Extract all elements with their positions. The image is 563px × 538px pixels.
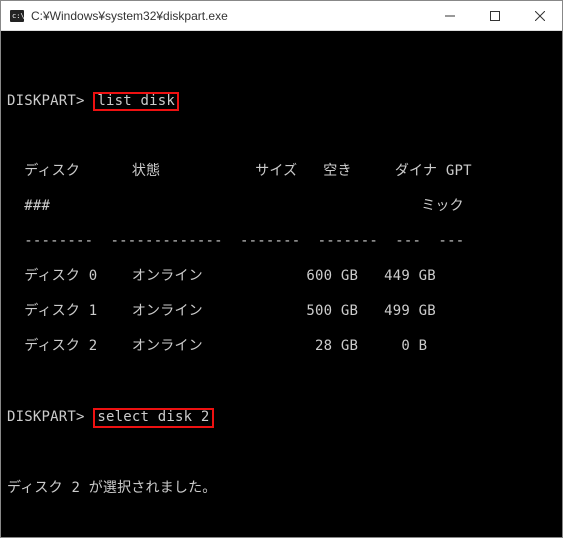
th-size: サイズ xyxy=(255,163,297,179)
close-button[interactable] xyxy=(517,1,562,30)
table-row: ディスク 2 オンライン 28 GB 0 B xyxy=(7,338,556,356)
app-icon: c:\ xyxy=(9,8,25,24)
th-disk: ディスク xyxy=(24,163,80,179)
maximize-button[interactable] xyxy=(472,1,517,30)
cmd-select-disk: select disk 2 xyxy=(93,408,213,427)
th-dyn2: ミック xyxy=(421,198,464,214)
disk-divider: -------- ------------- ------- ------- -… xyxy=(7,233,556,251)
th-dyn1: ダイナ xyxy=(395,163,437,179)
terminal-output[interactable]: DISKPART> list disk ディスク 状態 サイズ 空き ダイナ G… xyxy=(1,31,562,537)
svg-text:c:\: c:\ xyxy=(12,12,25,20)
window-controls xyxy=(427,1,562,30)
titlebar[interactable]: c:\ C:¥Windows¥system32¥diskpart.exe xyxy=(1,1,562,31)
prompt: DISKPART> xyxy=(7,409,85,425)
table-row: ディスク 0 オンライン 600 GB 449 GB xyxy=(7,268,556,286)
th-gpt: GPT xyxy=(446,163,472,179)
minimize-button[interactable] xyxy=(427,1,472,30)
msg-disk-selected: ディスク 2 が選択されました。 xyxy=(7,480,556,498)
table-row: ディスク 1 オンライン 500 GB 499 GB xyxy=(7,303,556,321)
window-title: C:¥Windows¥system32¥diskpart.exe xyxy=(31,9,427,23)
terminal-window: c:\ C:¥Windows¥system32¥diskpart.exe DIS… xyxy=(0,0,563,538)
th-state: 状態 xyxy=(132,163,160,179)
prompt: DISKPART> xyxy=(7,93,85,109)
th-hash: ### xyxy=(24,198,50,214)
cmd-list-disk: list disk xyxy=(93,92,179,111)
th-free: 空き xyxy=(323,163,351,179)
